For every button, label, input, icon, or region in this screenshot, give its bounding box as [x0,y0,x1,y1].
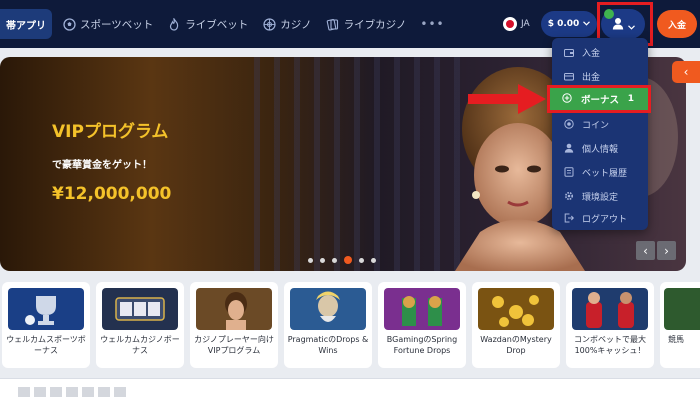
main-nav: スポーツベット ライブベット カジノ ライブカジノ ••• [62,0,445,48]
promo-thumbnail-vip [196,288,272,330]
withdraw-icon [564,71,574,81]
promo-card[interactable]: ウェルカムスポーツボーナス [2,282,90,368]
nav-item-live-bet[interactable]: ライブベット [167,17,248,32]
user-dropdown-menu: 入金 出金 コイン 個人情報 ベット履歴 環境設定 ログアウト [552,38,648,230]
coin-icon [564,119,574,129]
nav-item-casino[interactable]: カジノ [262,17,312,32]
settings-icon [564,191,574,201]
soccer-ball-icon [62,17,76,31]
logout-icon [564,213,574,223]
promo-caption: BGamingのSpring Fortune Drops [386,335,458,355]
carousel-dot[interactable] [371,257,376,263]
carousel-arrows: ‹ › [636,241,676,260]
promo-thumbnail-slot [102,288,178,330]
promo-card[interactable]: PragmaticのDrops & Wins [284,282,372,368]
menu-item-coin[interactable]: コイン [552,112,648,136]
promo-card[interactable]: ウェルカムカジノボーナス [96,282,184,368]
fire-icon [167,17,181,31]
section-header-strip [0,378,700,400]
promo-card[interactable]: コンボベットで最大100%キャッシュ！ [566,282,654,368]
annotation-arrow [468,84,546,114]
promo-caption: 競馬 [668,335,684,344]
promo-card[interactable]: カジノプレーヤー向け VIPプログラム [190,282,278,368]
carousel-next-button[interactable]: › [657,241,676,260]
promo-caption: カジノプレーヤー向け VIPプログラム [194,335,274,355]
side-panel-toggle[interactable]: ‹ [672,61,700,83]
balance-value: $ 0.00 [547,19,580,29]
promo-thumbnail-wazdan [478,288,554,330]
menu-item-label: 環境設定 [582,192,619,203]
promo-caption: WazdanのMystery Drop [480,335,552,355]
nav-item-label: ライブカジノ [343,18,407,31]
nav-item-live-casino[interactable]: ライブカジノ [326,17,407,32]
carousel-dot[interactable] [320,257,325,263]
menu-item-profile[interactable]: 個人情報 [552,136,648,160]
carousel-dot[interactable] [359,257,364,263]
language-selector[interactable]: JA [503,17,530,31]
menu-item-logout[interactable]: ログアウト [552,206,648,230]
cards-icon [326,17,340,31]
menu-item-label: 入金 [582,48,601,59]
nav-item-sports[interactable]: スポーツベット [62,17,153,32]
promo-card[interactable]: BGamingのSpring Fortune Drops [378,282,466,368]
plus-circle-icon [562,92,572,106]
promo-thumbnail-horse [664,288,700,330]
nav-item-label: ライブベット [185,18,249,31]
mobile-app-button[interactable]: 帯アプリ [0,9,52,39]
promo-card[interactable]: WazdanのMystery Drop [472,282,560,368]
banner-title: VIPプログラム [52,122,169,142]
nav-item-label: カジノ [280,18,312,31]
carousel-dot[interactable] [332,257,337,263]
menu-item-bonus[interactable]: ボーナス 1 [547,85,651,113]
promo-thumbnail-bgaming [384,288,460,330]
promotion-cards-row: ウェルカムスポーツボーナス ウェルカムカジノボーナス カジノプレーヤー向け VI… [0,282,700,368]
section-title-placeholder [18,387,128,397]
menu-item-label: ボーナス [581,95,620,106]
promo-card[interactable]: 競馬 [660,282,700,368]
balance-button[interactable]: $ 0.00 [541,11,597,37]
menu-item-label: 個人情報 [582,144,619,155]
menu-item-settings[interactable]: 環境設定 [552,184,648,208]
menu-item-label: ベット履歴 [582,168,628,179]
japan-flag-icon [503,17,517,31]
menu-item-label: ログアウト [582,214,628,225]
bonus-count-badge: 1 [627,94,634,104]
promo-thumbnail-combo [572,288,648,330]
promo-thumbnail-pragmatic [290,288,366,330]
carousel-prev-button[interactable]: ‹ [636,241,655,260]
promo-caption: ウェルカムカジノボーナス [100,335,180,355]
menu-item-bet-history[interactable]: ベット履歴 [552,160,648,184]
promo-caption: ウェルカムスポーツボーナス [6,335,86,355]
carousel-dot-active[interactable] [344,256,352,264]
language-code: JA [521,19,530,29]
person-icon [564,143,574,153]
menu-item-label: 出金 [582,72,601,83]
promo-thumbnail-trophy [8,288,84,330]
promo-caption: コンボベットで最大100%キャッシュ！ [574,335,646,355]
wallet-icon [564,47,574,57]
carousel-dots [308,256,376,264]
chevron-down-icon [583,19,591,29]
deposit-button[interactable]: 入金 [657,10,697,38]
chevron-left-icon: ‹ [683,65,689,79]
carousel-dot[interactable] [308,257,313,263]
nav-item-label: スポーツベット [80,18,154,31]
banner-prize-amount: ¥12,000,000 [52,184,172,204]
menu-item-label: コイン [582,120,610,131]
banner-subtitle: で豪華賞金をゲット！ [52,160,152,171]
more-menu-button[interactable]: ••• [420,17,444,31]
roulette-icon [262,17,276,31]
history-icon [564,167,574,177]
menu-item-deposit[interactable]: 入金 [552,40,648,64]
promo-caption: PragmaticのDrops & Wins [287,335,369,355]
